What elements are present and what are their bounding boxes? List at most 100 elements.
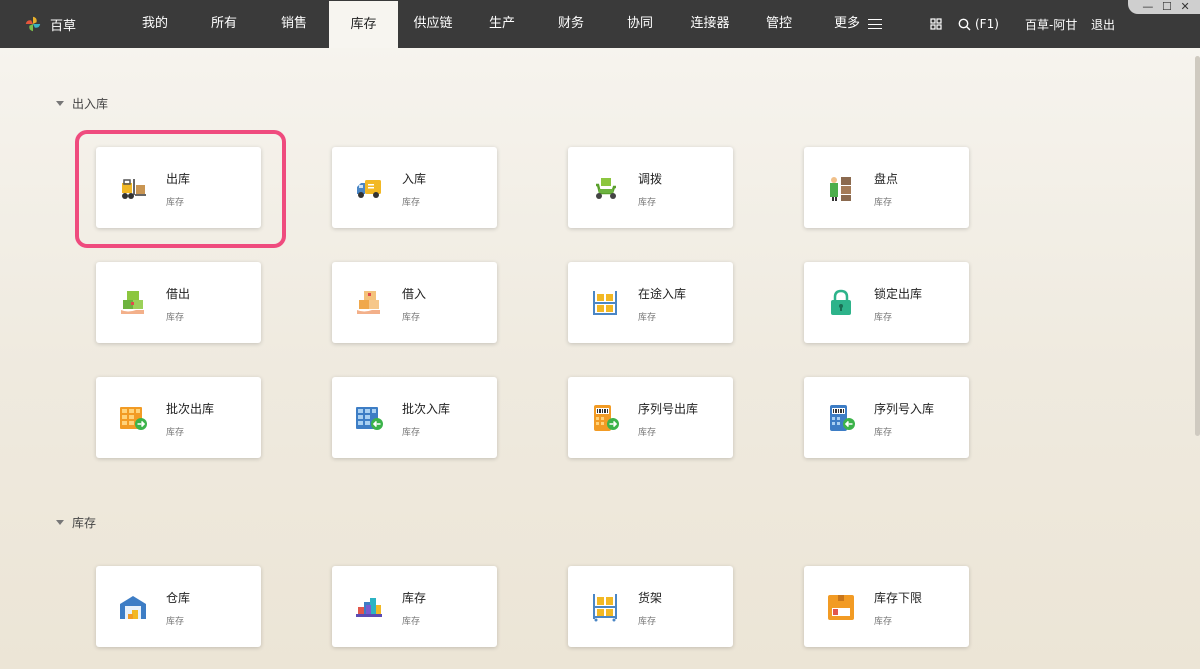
nav-item-control[interactable]: 管控 bbox=[759, 0, 799, 48]
card-title: 仓库 bbox=[166, 591, 191, 605]
card-batch-outbound[interactable]: 批次出库 库存 bbox=[96, 377, 261, 458]
scrollbar[interactable] bbox=[1194, 48, 1200, 669]
batch-out-icon bbox=[120, 407, 147, 430]
section-title: 库存 bbox=[72, 516, 97, 530]
section-header-in-out[interactable]: 出入库 bbox=[56, 95, 108, 112]
card-subtitle: 库存 bbox=[874, 428, 893, 438]
card-title: 入库 bbox=[402, 172, 427, 186]
card-serial-inbound[interactable]: 序列号入库 库存 bbox=[804, 377, 969, 458]
batch-in-icon bbox=[356, 407, 383, 430]
card-title: 批次入库 bbox=[402, 402, 451, 416]
nav-item-collaboration[interactable]: 协同 bbox=[620, 0, 660, 48]
card-title: 库存下限 bbox=[874, 591, 923, 605]
borrow-boxes-icon bbox=[357, 291, 380, 314]
search-icon bbox=[958, 18, 971, 30]
card-outbound[interactable]: 出库 库存 bbox=[96, 147, 261, 228]
card-title: 批次出库 bbox=[166, 402, 215, 416]
card-subtitle: 库存 bbox=[166, 198, 185, 208]
lock-icon bbox=[831, 289, 851, 315]
pinwheel-logo-icon bbox=[25, 16, 41, 32]
card-subtitle: 库存 bbox=[874, 313, 893, 323]
section-title: 出入库 bbox=[72, 97, 109, 111]
card-title: 出库 bbox=[166, 172, 191, 186]
card-subtitle: 库存 bbox=[638, 617, 657, 627]
user-menu[interactable]: 百草-阿甘 bbox=[1025, 0, 1077, 48]
top-navigation-bar: 百草 我的 所有 销售 库存 供应链 生产 财务 协同 连接器 管控 更多 (F… bbox=[0, 0, 1200, 48]
worker-boxes-icon bbox=[830, 177, 851, 201]
card-subtitle: 库存 bbox=[166, 313, 185, 323]
window-controls: — ☐ ✕ bbox=[1128, 0, 1200, 14]
card-title: 在途入库 bbox=[638, 287, 687, 301]
forklift-icon bbox=[122, 179, 146, 199]
nav-more-label: 更多 bbox=[833, 16, 860, 31]
card-subtitle: 库存 bbox=[874, 198, 893, 208]
card-title: 库存 bbox=[402, 591, 427, 605]
card-stock-lower-limit[interactable]: 库存下限 库存 bbox=[804, 566, 969, 647]
caret-down-icon bbox=[56, 101, 64, 106]
nav-item-sales[interactable]: 销售 bbox=[274, 0, 314, 48]
card-subtitle: 库存 bbox=[402, 617, 421, 627]
card-title: 序列号出库 bbox=[638, 402, 699, 416]
card-lend-out[interactable]: 借出 库存 bbox=[96, 262, 261, 343]
card-subtitle: 库存 bbox=[638, 428, 657, 438]
brand-name: 百草 bbox=[50, 18, 77, 34]
card-stock[interactable]: 库存 库存 bbox=[332, 566, 497, 647]
truck-icon bbox=[357, 180, 381, 198]
shelf-icon bbox=[593, 291, 617, 315]
nav-item-supply-chain[interactable]: 供应链 bbox=[410, 0, 456, 48]
card-rack[interactable]: 货架 库存 bbox=[568, 566, 733, 647]
card-subtitle: 库存 bbox=[402, 428, 421, 438]
brand[interactable]: 百草 bbox=[24, 0, 76, 48]
card-subtitle: 库存 bbox=[166, 428, 185, 438]
nav-item-mine[interactable]: 我的 bbox=[135, 0, 175, 48]
card-locked-outbound[interactable]: 锁定出库 库存 bbox=[804, 262, 969, 343]
card-title: 序列号入库 bbox=[874, 402, 935, 416]
nav-item-all[interactable]: 所有 bbox=[204, 0, 244, 48]
stock-icon bbox=[356, 598, 382, 617]
card-subtitle: 库存 bbox=[402, 198, 421, 208]
nav-item-more[interactable]: 更多 bbox=[828, 0, 888, 48]
card-subtitle: 库存 bbox=[638, 198, 657, 208]
card-inbound[interactable]: 入库 库存 bbox=[332, 147, 497, 228]
section-header-inventory[interactable]: 库存 bbox=[56, 514, 96, 531]
nav-item-finance[interactable]: 财务 bbox=[551, 0, 591, 48]
card-subtitle: 库存 bbox=[638, 313, 657, 323]
caret-down-icon bbox=[56, 520, 64, 525]
card-warehouse[interactable]: 仓库 库存 bbox=[96, 566, 261, 647]
card-subtitle: 库存 bbox=[874, 617, 893, 627]
search-shortcut: (F1) bbox=[975, 17, 999, 31]
card-in-transit-inbound[interactable]: 在途入库 库存 bbox=[568, 262, 733, 343]
card-transfer[interactable]: 调拨 库存 bbox=[568, 147, 733, 228]
serial-out-icon bbox=[594, 405, 619, 431]
nav-item-connector[interactable]: 连接器 bbox=[686, 0, 734, 48]
card-title: 货架 bbox=[638, 591, 663, 605]
card-title: 盘点 bbox=[874, 172, 899, 186]
card-title: 锁定出库 bbox=[874, 287, 923, 301]
card-stocktake[interactable]: 盘点 库存 bbox=[804, 147, 969, 228]
serial-in-icon bbox=[830, 405, 855, 431]
low-stock-icon bbox=[828, 595, 854, 620]
scrollbar-thumb[interactable] bbox=[1195, 56, 1200, 436]
card-title: 调拨 bbox=[638, 172, 663, 186]
minimize-button[interactable]: — bbox=[1142, 0, 1153, 14]
card-subtitle: 库存 bbox=[402, 313, 421, 323]
card-title: 借出 bbox=[166, 287, 191, 301]
card-title: 借入 bbox=[402, 287, 427, 301]
grid-icon bbox=[930, 18, 942, 30]
nav-item-inventory[interactable]: 库存 bbox=[329, 1, 398, 48]
scooter-icon bbox=[596, 178, 616, 199]
lend-boxes-icon bbox=[121, 291, 144, 314]
nav-item-production[interactable]: 生产 bbox=[482, 0, 522, 48]
maximize-button[interactable]: ☐ bbox=[1162, 0, 1172, 14]
close-button[interactable]: ✕ bbox=[1180, 0, 1189, 14]
card-serial-outbound[interactable]: 序列号出库 库存 bbox=[568, 377, 733, 458]
rack-icon bbox=[593, 594, 617, 622]
card-subtitle: 库存 bbox=[166, 617, 185, 627]
search-button[interactable]: (F1) bbox=[958, 0, 999, 48]
warehouse-icon bbox=[120, 596, 146, 619]
card-batch-inbound[interactable]: 批次入库 库存 bbox=[332, 377, 497, 458]
apps-grid-button[interactable] bbox=[930, 0, 942, 48]
logout-button[interactable]: 退出 bbox=[1091, 0, 1115, 48]
hamburger-icon bbox=[868, 19, 882, 29]
card-borrow-in[interactable]: 借入 库存 bbox=[332, 262, 497, 343]
